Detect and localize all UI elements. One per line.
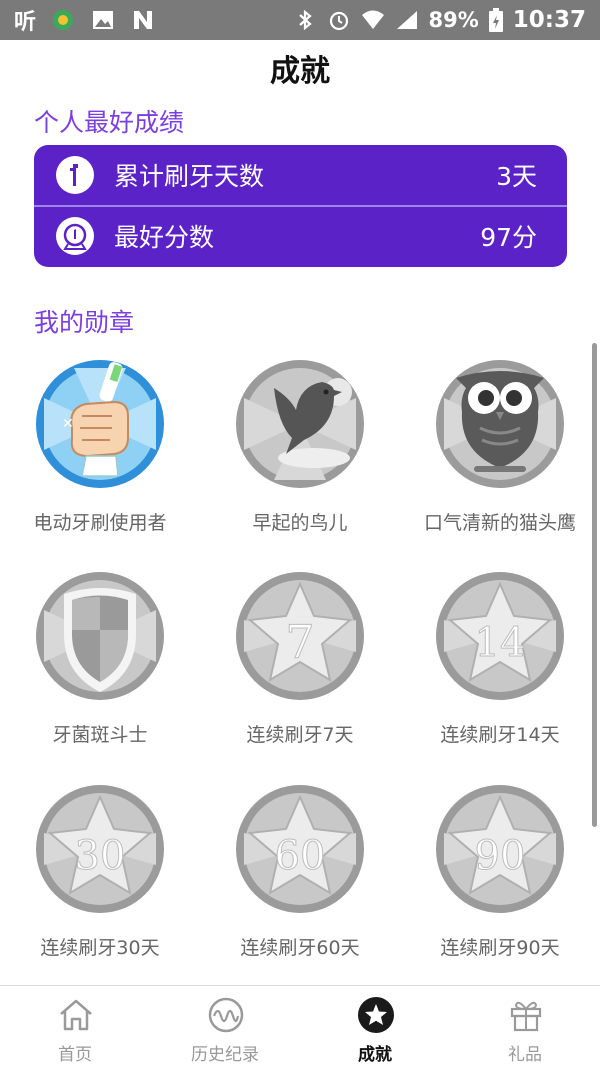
badge-streak-30[interactable]: 30 连续刷牙30天	[0, 783, 200, 993]
svg-text:7: 7	[285, 615, 314, 669]
best-label: 累计刷牙天数	[114, 162, 265, 191]
best-label: 最好分数	[114, 223, 215, 252]
shield-badge	[36, 572, 164, 700]
personal-best-section-title: 个人最好成绩	[34, 108, 185, 137]
clock: 10:37	[512, 7, 586, 33]
home-icon	[60, 999, 92, 1031]
signal-icon	[396, 11, 417, 29]
badge-toothbrush-user[interactable]: ✕ 电动牙刷使用者	[0, 358, 200, 568]
owl-badge	[436, 360, 564, 488]
page-title: 成就	[270, 54, 330, 89]
best-row-best-score: 最好分数 97分	[34, 205, 567, 265]
star-badge: 14	[436, 572, 564, 700]
carrier-logo: 听	[14, 10, 36, 35]
badge-label: 连续刷牙90天	[440, 937, 560, 959]
badge-label: 连续刷牙14天	[440, 724, 560, 746]
nav-label: 历史纪录	[191, 1045, 259, 1065]
gift-icon	[510, 1001, 542, 1032]
badge-label: 连续刷牙60天	[240, 937, 360, 959]
nav-label: 礼品	[508, 1045, 542, 1065]
badge-label: 早起的鸟儿	[252, 512, 348, 534]
badge-label: 牙菌斑斗士	[52, 724, 148, 746]
svg-text:14: 14	[475, 620, 526, 666]
best-row-total-days: 累计刷牙天数 3天	[34, 145, 567, 205]
svg-text:✕: ✕	[62, 416, 74, 432]
star-icon	[358, 997, 394, 1033]
nav-item-achievements[interactable]: 成就	[300, 986, 450, 1067]
badge-plaque-fighter[interactable]: 牙菌斑斗士	[0, 570, 200, 780]
image-icon	[93, 11, 114, 29]
badge-fresh-breath-owl[interactable]: 口气清新的猫头鹰	[400, 358, 600, 568]
badge-streak-90[interactable]: 90 连续刷牙90天	[400, 783, 600, 993]
nav-label: 成就	[358, 1045, 392, 1065]
nav-item-home[interactable]: 首页	[0, 986, 150, 1067]
star-badge: 90	[436, 785, 564, 913]
bluetooth-icon	[298, 9, 312, 31]
alarm-icon	[329, 11, 348, 31]
score-medal-icon	[56, 217, 94, 255]
svg-text:90: 90	[475, 833, 526, 879]
nav-item-gifts[interactable]: 礼品	[450, 986, 600, 1067]
svg-text:30: 30	[75, 833, 126, 879]
badge-early-bird[interactable]: 早起的鸟儿	[200, 358, 400, 568]
star-badge: 7	[236, 572, 364, 700]
bird-badge	[236, 360, 364, 488]
n-app-icon	[134, 11, 153, 29]
badge-label: 口气清新的猫头鹰	[423, 512, 576, 534]
best-value: 97分	[480, 223, 537, 252]
badge-label: 连续刷牙30天	[40, 937, 160, 959]
nav-label: 首页	[58, 1045, 92, 1065]
scrollbar[interactable]	[592, 343, 597, 827]
badges-section-title: 我的勋章	[34, 308, 135, 337]
notification-icon	[53, 10, 74, 30]
toothbrush-hand-badge: ✕	[36, 360, 164, 488]
toothbrush-icon	[56, 156, 94, 194]
star-badge: 30	[36, 785, 164, 913]
star-badge: 60	[236, 785, 364, 913]
bottom-nav: 首页 历史纪录 成就 礼品	[0, 985, 600, 1067]
badge-label: 电动牙刷使用者	[33, 512, 167, 534]
svg-text:60: 60	[275, 833, 326, 879]
badge-streak-7[interactable]: 7 连续刷牙7天	[200, 570, 400, 780]
wifi-icon	[361, 10, 384, 29]
personal-best-card: 累计刷牙天数 3天 最好分数 97分	[34, 145, 567, 267]
battery-icon	[488, 8, 503, 32]
best-value: 3天	[496, 162, 537, 191]
nav-item-history[interactable]: 历史纪录	[150, 986, 300, 1067]
status-bar: 听 89% 10:37	[0, 0, 600, 40]
app-header: 成就	[0, 40, 600, 96]
battery-percent: 89%	[428, 8, 479, 32]
badge-streak-14[interactable]: 14 连续刷牙14天	[400, 570, 600, 780]
history-icon	[208, 997, 244, 1033]
badge-label: 连续刷牙7天	[246, 724, 354, 746]
badge-streak-60[interactable]: 60 连续刷牙60天	[200, 783, 400, 993]
